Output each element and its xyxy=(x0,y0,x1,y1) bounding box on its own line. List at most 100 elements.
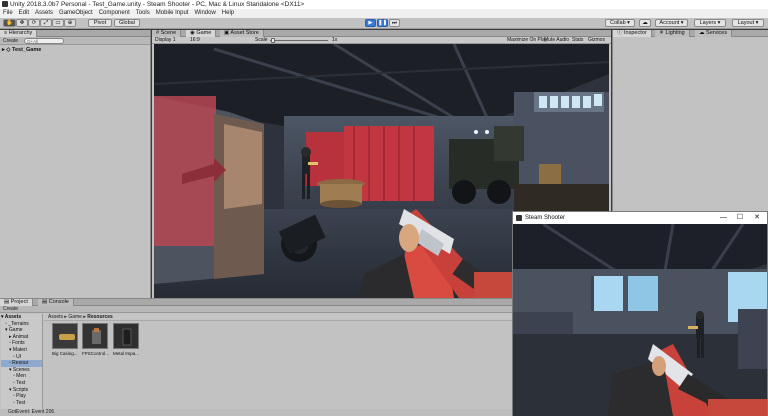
breadcrumb-game[interactable]: Game xyxy=(68,314,82,320)
hierarchy-search-row: Create xyxy=(0,37,150,45)
transform-tool-button[interactable]: ⊕ xyxy=(64,19,76,27)
folder-resources[interactable]: ▫ Resour xyxy=(1,360,42,367)
asset-thumbnail xyxy=(113,323,139,349)
breadcrumb-resources[interactable]: Resources xyxy=(87,314,113,320)
services-tab-label: Services xyxy=(706,30,728,36)
cloud-icon[interactable]: ☁ xyxy=(639,19,651,27)
scale-slider-handle[interactable] xyxy=(271,38,275,43)
folder-label: Animat xyxy=(12,333,29,340)
global-toggle[interactable]: Global xyxy=(114,19,140,27)
tab-asset-store[interactable]: ▣ Asset Store xyxy=(220,30,264,37)
folder-materials[interactable]: ▾ Materi xyxy=(1,347,42,354)
menu-assets[interactable]: Assets xyxy=(35,9,53,18)
folder-player[interactable]: ▫ Play xyxy=(1,393,42,400)
folder-scripts[interactable]: ▾ Scripts xyxy=(1,387,42,394)
folder-terrains[interactable]: ▫ _Terrains xyxy=(1,321,42,328)
folder-label: Game xyxy=(8,327,23,334)
player-viewport[interactable] xyxy=(513,224,767,416)
player-window-titlebar[interactable]: Steam Shooter — ☐ ✕ xyxy=(513,212,767,224)
pivot-label: Pivot xyxy=(93,20,107,26)
menu-edit[interactable]: Edit xyxy=(19,9,29,18)
global-label: Global xyxy=(119,20,135,26)
hierarchy-search-input[interactable] xyxy=(24,38,64,44)
inspector-tab-label: Inspector xyxy=(624,30,647,36)
menu-window[interactable]: Window xyxy=(194,9,215,18)
aspect-dropdown[interactable]: 16:9 xyxy=(190,37,200,44)
maximize-on-play-toggle[interactable]: Maximize On Play xyxy=(507,37,547,44)
mute-audio-toggle[interactable]: Mute Audio xyxy=(544,37,569,44)
layers-dropdown[interactable]: Layers ▾ xyxy=(694,19,726,27)
tab-hierarchy[interactable]: ≡ Hierarchy xyxy=(0,30,38,37)
menu-tools[interactable]: Tools xyxy=(136,9,150,18)
play-button[interactable]: ▶ xyxy=(365,19,376,27)
menu-gameobject[interactable]: GameObject xyxy=(59,9,93,18)
close-icon[interactable]: ✕ xyxy=(754,212,760,224)
stats-toggle[interactable]: Stats xyxy=(572,37,583,44)
maximize-icon[interactable]: ☐ xyxy=(737,212,743,224)
folder-fonts[interactable]: ▫ Fonts xyxy=(1,340,42,347)
folder-test[interactable]: ▫ Test xyxy=(1,380,42,387)
game-tab-label: Game xyxy=(196,30,212,36)
folder-label: UI xyxy=(16,353,22,360)
folder-animations[interactable]: ▸ Animat xyxy=(1,334,42,341)
main-toolbar: ✋ ✥ ⟳ ⤢ ▭ ⊕ Pivot Global ▶ ❚❚ ⏭ Collab ▾… xyxy=(0,18,768,29)
hierarchy-create-button[interactable]: Create xyxy=(3,38,18,44)
asset-item[interactable]: Metal Impa... xyxy=(113,323,141,356)
folder-test-scripts[interactable]: ▫ Test xyxy=(1,400,42,407)
rect-tool-button[interactable]: ▭ xyxy=(52,19,64,27)
gizmos-dropdown[interactable]: Gizmos xyxy=(588,37,605,44)
folder-label: Scripts xyxy=(12,386,29,393)
scale-value: 1x xyxy=(332,37,338,43)
asset-item[interactable]: FPSControl... xyxy=(82,323,110,356)
prefab-icon xyxy=(92,328,101,344)
window-title: Unity 2018.3.0b7 Personal - Test_Game.un… xyxy=(10,1,305,8)
folder-label: Materi xyxy=(12,346,27,353)
menu-component[interactable]: Component xyxy=(99,9,130,18)
lighting-tab-label: Lighting xyxy=(665,30,685,36)
tab-scene[interactable]: # Scene xyxy=(152,30,182,37)
step-button[interactable]: ⏭ xyxy=(389,19,400,27)
project-breadcrumb: Assets ▸ Game ▸ Resources xyxy=(44,314,512,321)
player-window-title: Steam Shooter xyxy=(525,215,566,221)
scale-tool-button[interactable]: ⤢ xyxy=(40,19,52,27)
console-tab-label: Console xyxy=(48,299,69,305)
tab-lighting[interactable]: ☀ Lighting xyxy=(655,30,690,37)
tab-services[interactable]: ☁ Services xyxy=(695,30,733,37)
scale-slider[interactable] xyxy=(270,38,328,43)
folder-scenes[interactable]: ▾ Scenes xyxy=(1,367,42,374)
tab-inspector[interactable]: ⓘ Inspector xyxy=(613,30,652,37)
display-dropdown[interactable]: Display 1 xyxy=(155,37,176,44)
folder-ui[interactable]: ▫ UI xyxy=(1,354,42,361)
move-tool-button[interactable]: ✥ xyxy=(16,19,28,27)
folder-game[interactable]: ▾ Game xyxy=(1,327,42,334)
account-dropdown[interactable]: Account ▾ xyxy=(655,19,688,27)
tab-console[interactable]: ▤ Console xyxy=(38,299,74,306)
breadcrumb-assets[interactable]: Assets xyxy=(48,314,63,320)
minimize-icon[interactable]: — xyxy=(720,212,727,224)
tab-project[interactable]: ▤ Project xyxy=(0,299,33,306)
folder-label: Scenes xyxy=(12,366,30,373)
pivot-toggle[interactable]: Pivot xyxy=(88,19,112,27)
project-panel: ▤ Project ▤ Console Create ▾ Assets ▫ _T… xyxy=(0,298,512,410)
asset-item[interactable]: Big Casing... xyxy=(52,323,80,356)
tab-game[interactable]: ◉ Game xyxy=(186,30,217,37)
menu-help[interactable]: Help xyxy=(222,9,234,18)
layout-dropdown[interactable]: Layout ▾ xyxy=(732,19,764,27)
rotate-tool-button[interactable]: ⟳ xyxy=(28,19,40,27)
menu-mobile-input[interactable]: Mobile Input xyxy=(156,9,189,18)
project-create-button[interactable]: Create xyxy=(3,306,18,313)
menu-file[interactable]: File xyxy=(3,9,13,18)
collab-label: Collab xyxy=(610,20,626,26)
pause-button[interactable]: ❚❚ xyxy=(377,19,388,27)
hand-tool-button[interactable]: ✋ xyxy=(3,19,16,27)
player-window[interactable]: Steam Shooter — ☐ ✕ xyxy=(512,211,768,416)
project-toolbar: Create xyxy=(0,306,512,313)
hierarchy-panel: ≡ Hierarchy Create ▸ ◇ Test_Game xyxy=(0,30,151,298)
folder-label: Play xyxy=(16,393,26,400)
asset-store-tab-label: Asset Store xyxy=(230,30,259,36)
folder-menu[interactable]: ▫ Men xyxy=(1,373,42,380)
folder-assets[interactable]: ▾ Assets xyxy=(1,314,42,321)
inspector-panel: ⓘ Inspector ☀ Lighting ☁ Services xyxy=(612,30,768,212)
scene-root-item[interactable]: ▸ ◇ Test_Game xyxy=(0,45,150,53)
collab-dropdown[interactable]: Collab ▾ xyxy=(605,19,635,27)
